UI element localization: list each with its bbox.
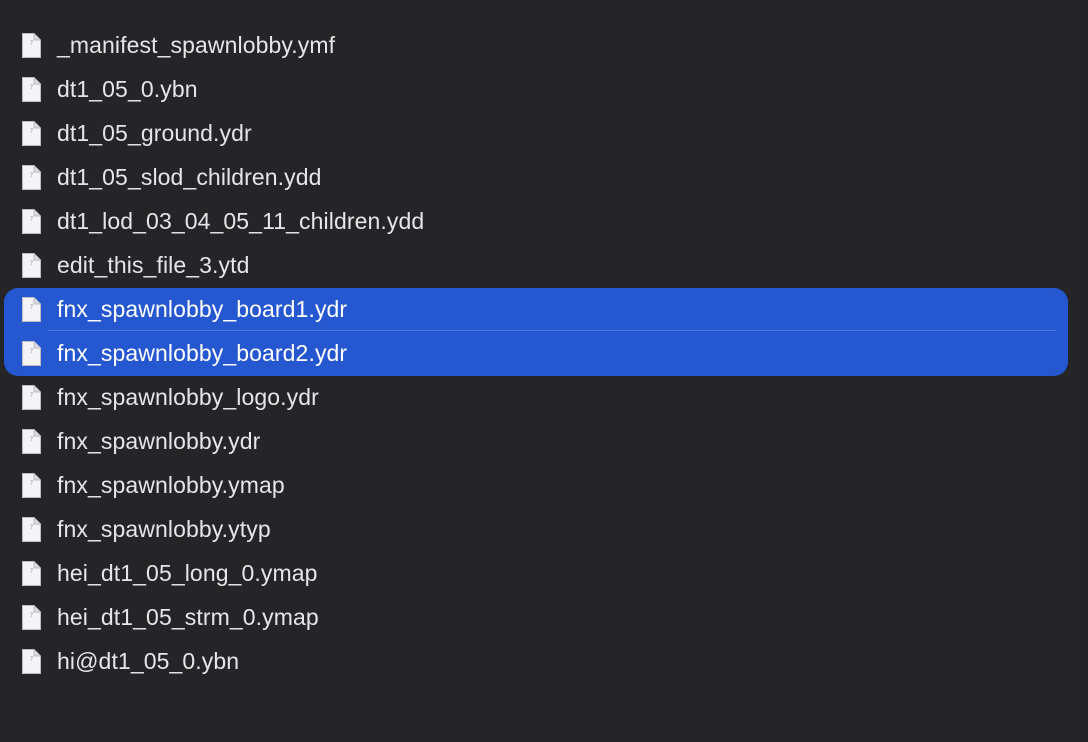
svg-text:?: ? — [30, 611, 34, 619]
file-row[interactable]: ? fnx_spawnlobby.ymap — [0, 463, 1088, 507]
file-row[interactable]: ? _manifest_spawnlobby.ymf — [0, 23, 1088, 67]
svg-text:?: ? — [30, 347, 34, 355]
file-name: fnx_spawnlobby_logo.ydr — [57, 384, 319, 410]
file-name: edit_this_file_3.ytd — [57, 252, 250, 278]
file-row[interactable]: ? hi@dt1_05_0.ybn — [0, 639, 1088, 683]
file-name: fnx_spawnlobby_board1.ydr — [57, 296, 348, 322]
file-name: hi@dt1_05_0.ybn — [57, 648, 240, 674]
file-name: hei_dt1_05_long_0.ymap — [57, 560, 318, 586]
file-row[interactable]: ? dt1_05_slod_children.ydd — [0, 155, 1088, 199]
svg-text:?: ? — [30, 655, 34, 663]
document-icon: ? — [19, 428, 43, 455]
file-name: dt1_05_ground.ydr — [57, 120, 252, 146]
document-icon: ? — [19, 252, 43, 279]
file-row[interactable]: ? edit_this_file_3.ytd — [0, 243, 1088, 287]
file-name: fnx_spawnlobby.ytyp — [57, 516, 271, 542]
svg-text:?: ? — [30, 127, 34, 135]
svg-text:?: ? — [30, 479, 34, 487]
file-list: ? _manifest_spawnlobby.ymf ? dt1_05_0.yb… — [0, 0, 1088, 742]
svg-text:?: ? — [30, 39, 34, 47]
svg-text:?: ? — [30, 567, 34, 575]
document-icon: ? — [19, 340, 43, 367]
file-name: hei_dt1_05_strm_0.ymap — [57, 604, 319, 630]
file-row[interactable]: ? dt1_05_0.ybn — [0, 67, 1088, 111]
document-icon: ? — [19, 76, 43, 103]
document-icon: ? — [19, 604, 43, 631]
document-icon: ? — [19, 516, 43, 543]
svg-text:?: ? — [30, 259, 34, 267]
document-icon: ? — [19, 472, 43, 499]
file-row[interactable]: ? fnx_spawnlobby.ytyp — [0, 507, 1088, 551]
file-row[interactable]: ? fnx_spawnlobby.ydr — [0, 419, 1088, 463]
document-icon: ? — [19, 648, 43, 675]
file-row[interactable]: ? hei_dt1_05_long_0.ymap — [0, 551, 1088, 595]
document-icon: ? — [19, 384, 43, 411]
file-row[interactable]: ? hei_dt1_05_strm_0.ymap — [0, 595, 1088, 639]
svg-text:?: ? — [30, 391, 34, 399]
file-name: dt1_05_0.ybn — [57, 76, 198, 102]
document-icon: ? — [19, 296, 43, 323]
file-name: fnx_spawnlobby_board2.ydr — [57, 340, 348, 366]
svg-text:?: ? — [30, 435, 34, 443]
file-row-selected[interactable]: ? fnx_spawnlobby_board1.ydr — [0, 287, 1088, 331]
file-name: dt1_05_slod_children.ydd — [57, 164, 322, 190]
file-row[interactable]: ? dt1_lod_03_04_05_11_children.ydd — [0, 199, 1088, 243]
svg-text:?: ? — [30, 215, 34, 223]
document-icon: ? — [19, 560, 43, 587]
document-icon: ? — [19, 164, 43, 191]
svg-text:?: ? — [30, 303, 34, 311]
document-icon: ? — [19, 208, 43, 235]
file-name: _manifest_spawnlobby.ymf — [57, 32, 336, 58]
file-row[interactable]: ? fnx_spawnlobby_logo.ydr — [0, 375, 1088, 419]
svg-text:?: ? — [30, 83, 34, 91]
file-row-selected[interactable]: ? fnx_spawnlobby_board2.ydr — [0, 331, 1088, 375]
file-name: dt1_lod_03_04_05_11_children.ydd — [57, 208, 425, 234]
document-icon: ? — [19, 120, 43, 147]
file-name: fnx_spawnlobby.ydr — [57, 428, 261, 454]
file-name: fnx_spawnlobby.ymap — [57, 472, 285, 498]
svg-text:?: ? — [30, 171, 34, 179]
svg-text:?: ? — [30, 523, 34, 531]
file-row[interactable]: ? dt1_05_ground.ydr — [0, 111, 1088, 155]
document-icon: ? — [19, 32, 43, 59]
